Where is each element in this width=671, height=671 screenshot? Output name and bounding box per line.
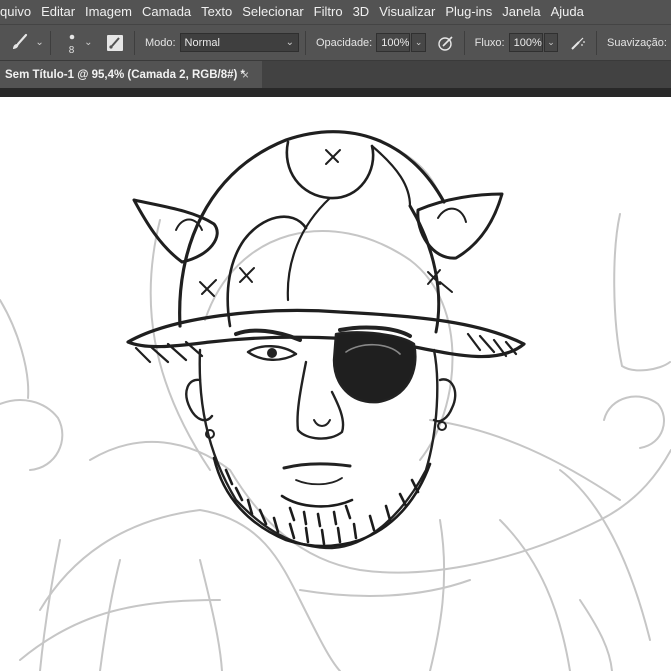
menu-bar: quivo Editar Imagem Camada Texto Selecio… <box>0 0 671 24</box>
menu-image[interactable]: Imagem <box>80 0 137 24</box>
menu-type[interactable]: Texto <box>196 0 237 24</box>
chevron-down-icon[interactable]: ⌄ <box>84 37 92 48</box>
close-icon[interactable]: × <box>242 68 249 82</box>
opacity-label: Opacidade: <box>315 36 373 49</box>
separator <box>596 30 598 55</box>
opacity-dropdown[interactable]: ⌄ <box>411 33 427 52</box>
airbrush-button[interactable] <box>566 28 590 58</box>
menu-select[interactable]: Selecionar <box>237 0 308 24</box>
chevron-down-icon: ⌄ <box>547 37 555 47</box>
mode-label: Modo: <box>144 36 176 49</box>
separator <box>305 30 306 55</box>
flow-input[interactable]: 100% <box>508 33 543 52</box>
beard-drawing <box>212 456 432 548</box>
menu-window[interactable]: Janela <box>497 0 545 24</box>
opacity-pressure-icon <box>438 35 453 51</box>
separator <box>463 30 465 55</box>
separator <box>49 30 51 55</box>
brush-tool-button[interactable] <box>6 28 33 58</box>
menu-layer[interactable]: Camada <box>137 0 196 24</box>
chevron-down-icon: ⌄ <box>414 37 423 47</box>
document-tab[interactable]: Sem Título-1 @ 95,4% (Camada 2, RGB/8#) … <box>0 61 262 89</box>
construction-lines <box>0 139 671 671</box>
drawing-canvas[interactable] <box>0 97 671 671</box>
menu-file[interactable]: quivo <box>0 0 36 24</box>
flow-label: Fluxo: <box>474 36 505 49</box>
brush-size-picker[interactable]: 8 <box>57 27 84 59</box>
menu-plugins[interactable]: Plug-ins <box>440 0 497 24</box>
canvas-frame <box>0 88 671 97</box>
menu-view[interactable]: Visualizar <box>374 0 440 24</box>
menu-filter[interactable]: Filtro <box>309 0 348 24</box>
brush-size-value: 8 <box>68 44 75 56</box>
brush-size-icon <box>69 34 74 39</box>
brush-icon <box>12 33 27 49</box>
mode-select[interactable]: Normal ⌄ <box>179 33 300 52</box>
smoothing-label: Suavização: <box>607 36 667 49</box>
flow-dropdown[interactable]: ⌄ <box>543 33 559 52</box>
chevron-down-icon: ⌄ <box>285 37 295 48</box>
opacity-input[interactable]: 100% <box>376 33 411 52</box>
brush-panel-button[interactable] <box>102 28 128 58</box>
options-bar: ⌄ 8 ⌄ Modo: Normal ⌄ Opacidade: 100% ⌄ F… <box>0 24 671 60</box>
document-tab-title: Sem Título-1 @ 95,4% (Camada 2, RGB/8#) … <box>5 69 246 81</box>
document-tab-bar: Sem Título-1 @ 95,4% (Camada 2, RGB/8#) … <box>0 60 671 89</box>
sketch-artwork <box>0 130 671 671</box>
mode-value: Normal <box>184 36 220 49</box>
opacity-pressure-button[interactable] <box>434 28 458 58</box>
chevron-down-icon[interactable]: ⌄ <box>35 37 43 48</box>
separator <box>134 30 135 55</box>
flow-value: 100% <box>513 36 542 49</box>
opacity-value: 100% <box>381 36 410 49</box>
menu-edit[interactable]: Editar <box>36 0 80 24</box>
face-drawing <box>185 325 457 550</box>
menu-help[interactable]: Ajuda <box>546 0 589 24</box>
brush-panel-icon <box>107 34 124 51</box>
airbrush-icon <box>571 37 586 50</box>
helmet-drawing <box>126 130 526 364</box>
menu-3d[interactable]: 3D <box>348 0 375 24</box>
